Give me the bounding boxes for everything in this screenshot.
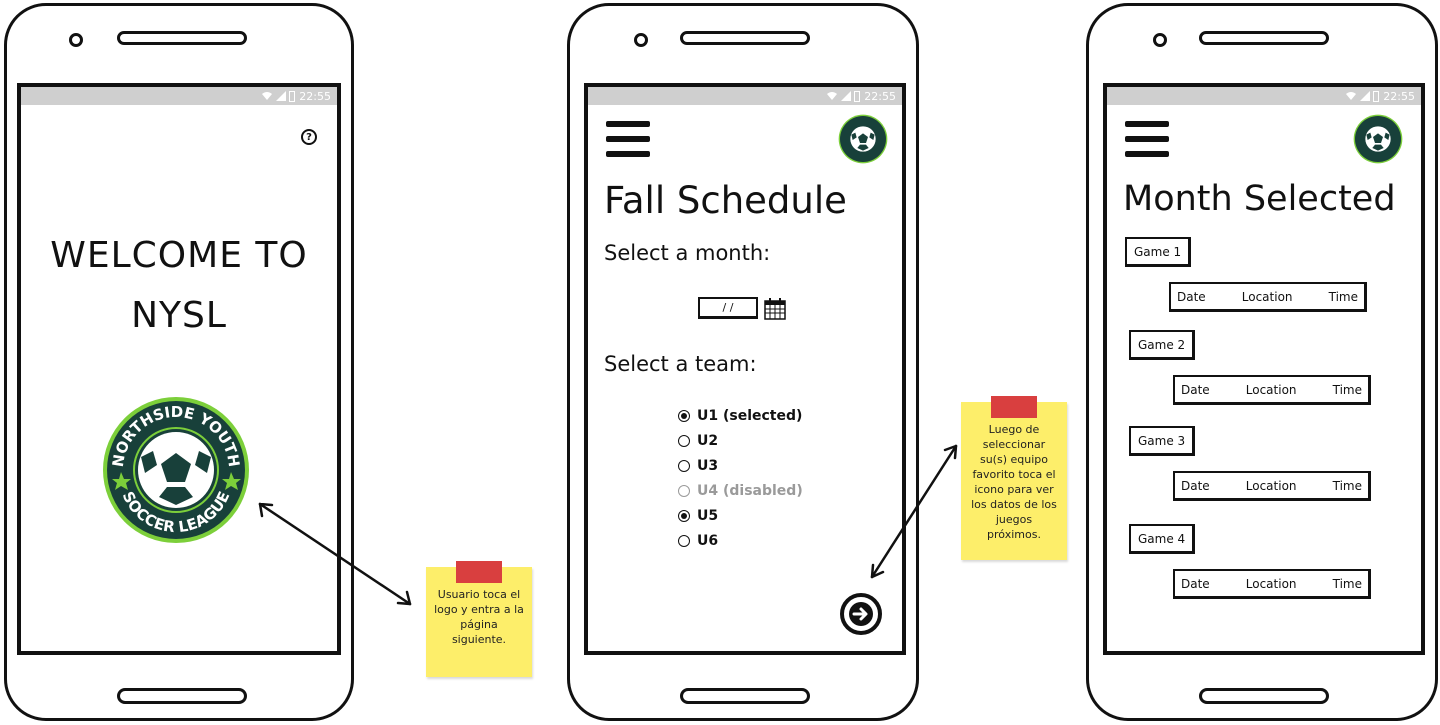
team-label: Select a team: (604, 352, 757, 376)
nysl-logo-small[interactable] (838, 114, 888, 164)
welcome-title: WELCOME TO (50, 235, 308, 276)
status-bar: 22:55 (21, 87, 337, 105)
wifi-icon (1346, 92, 1357, 100)
team-radio-group: U1 (selected) U2 U3 U4 (disabled) U5 U6 (678, 403, 803, 553)
signal-icons (826, 90, 861, 102)
menu-hamburger-icon[interactable] (606, 121, 650, 157)
battery-icon (1373, 90, 1380, 102)
nysl-logo-small[interactable] (1353, 114, 1403, 164)
signal-icons (1345, 90, 1380, 102)
cell-signal-icon (841, 91, 852, 101)
cell-signal-icon (276, 91, 287, 101)
speaker (680, 31, 810, 45)
speaker (1199, 31, 1329, 45)
home-button[interactable] (1199, 688, 1329, 704)
team-radio-option[interactable]: U5 (678, 503, 803, 528)
game-date: Date (1181, 576, 1210, 591)
team-radio-option: U4 (disabled) (678, 478, 803, 503)
phone-frame-month: 22:55 Month Selected Game 1 Date Locatio… (1086, 3, 1438, 721)
soccer-ball-logo-icon (1353, 114, 1403, 164)
radio-unchecked-icon (678, 484, 690, 497)
game-date: Date (1181, 382, 1210, 397)
game-4-details[interactable]: Date Location Time (1173, 569, 1371, 599)
radio-unchecked-icon[interactable] (678, 434, 690, 447)
wifi-icon (262, 92, 273, 100)
status-time: 22:55 (299, 89, 331, 103)
phone-frame-schedule: 22:55 Fall Schedule Select a month: / / … (567, 3, 919, 721)
soccer-ball-logo-icon: NORTHSIDE YOUTH SOCCER LEAGUE (103, 397, 249, 543)
month-label: Select a month: (604, 241, 771, 265)
home-button[interactable] (680, 688, 810, 704)
signal-icons (261, 90, 296, 102)
game-date: Date (1181, 478, 1210, 493)
team-option-label: U5 (697, 507, 719, 524)
menu-hamburger-icon[interactable] (1125, 121, 1169, 157)
status-time: 22:55 (1383, 89, 1415, 103)
sticky-tape (456, 561, 502, 583)
screen-schedule: 22:55 Fall Schedule Select a month: / / … (584, 83, 906, 655)
camera (634, 33, 648, 47)
game-1-label: Game 1 (1125, 237, 1192, 267)
team-radio-option[interactable]: U2 (678, 428, 803, 453)
team-option-label: U3 (697, 457, 719, 474)
team-radio-option[interactable]: U1 (selected) (678, 403, 803, 428)
game-time: Time (1332, 382, 1362, 397)
status-bar: 22:55 (588, 87, 902, 105)
status-time: 22:55 (864, 89, 896, 103)
sticky-note-1-text: Usuario toca el logo y entra a la página… (434, 588, 524, 646)
wifi-icon (827, 92, 838, 100)
sticky-tape (991, 396, 1037, 418)
sticky-note-1: Usuario toca el logo y entra a la página… (426, 561, 532, 677)
battery-icon (854, 90, 861, 102)
game-location: Location (1245, 576, 1297, 591)
game-3-label: Game 3 (1129, 426, 1196, 456)
game-4-label: Game 4 (1129, 524, 1196, 554)
nysl-logo[interactable]: NORTHSIDE YOUTH SOCCER LEAGUE (101, 395, 251, 545)
game-time: Time (1332, 478, 1362, 493)
month-date-input[interactable]: / / (698, 297, 758, 319)
radio-checked-icon[interactable] (678, 409, 690, 422)
game-time: Time (1328, 289, 1358, 304)
game-1-details[interactable]: Date Location Time (1169, 282, 1367, 312)
game-location: Location (1241, 289, 1293, 304)
game-date: Date (1177, 289, 1206, 304)
sticky-note-2-text: Luego de seleccionar su(s) equipo favori… (971, 423, 1057, 541)
speaker (117, 31, 247, 45)
team-option-label: U1 (selected) (697, 407, 803, 424)
radio-checked-icon[interactable] (678, 509, 690, 522)
game-3-details[interactable]: Date Location Time (1173, 471, 1371, 501)
camera (1153, 33, 1167, 47)
phone-frame-welcome: 22:55 ? WELCOME TO NYSL NORTHSIDE YOUTH … (4, 3, 354, 721)
help-icon[interactable]: ? (301, 129, 317, 145)
camera (69, 33, 83, 47)
team-radio-option[interactable]: U6 (678, 528, 803, 553)
game-location: Location (1245, 478, 1297, 493)
game-location: Location (1245, 382, 1297, 397)
radio-unchecked-icon[interactable] (678, 459, 690, 472)
sticky-note-2: Luego de seleccionar su(s) equipo favori… (961, 396, 1067, 560)
game-2-label: Game 2 (1129, 330, 1196, 360)
status-bar: 22:55 (1107, 87, 1421, 105)
team-option-label: U4 (disabled) (697, 482, 803, 499)
game-time: Time (1332, 576, 1362, 591)
screen-month-selected: 22:55 Month Selected Game 1 Date Locatio… (1103, 83, 1425, 655)
team-option-label: U6 (697, 532, 719, 549)
team-option-label: U2 (697, 432, 719, 449)
radio-unchecked-icon[interactable] (678, 534, 690, 547)
battery-icon (289, 90, 296, 102)
welcome-subtitle: NYSL (131, 295, 227, 336)
game-2-details[interactable]: Date Location Time (1173, 375, 1371, 405)
soccer-ball-logo-icon (838, 114, 888, 164)
calendar-icon[interactable] (764, 298, 786, 320)
home-button[interactable] (117, 688, 247, 704)
screen-welcome: 22:55 ? WELCOME TO NYSL NORTHSIDE YOUTH … (17, 83, 341, 655)
next-arrow-button[interactable] (840, 593, 882, 635)
page-title: Fall Schedule (604, 179, 847, 222)
arrow-right-icon (849, 602, 873, 626)
team-radio-option[interactable]: U3 (678, 453, 803, 478)
cell-signal-icon (1360, 91, 1371, 101)
page-title: Month Selected (1123, 179, 1396, 219)
